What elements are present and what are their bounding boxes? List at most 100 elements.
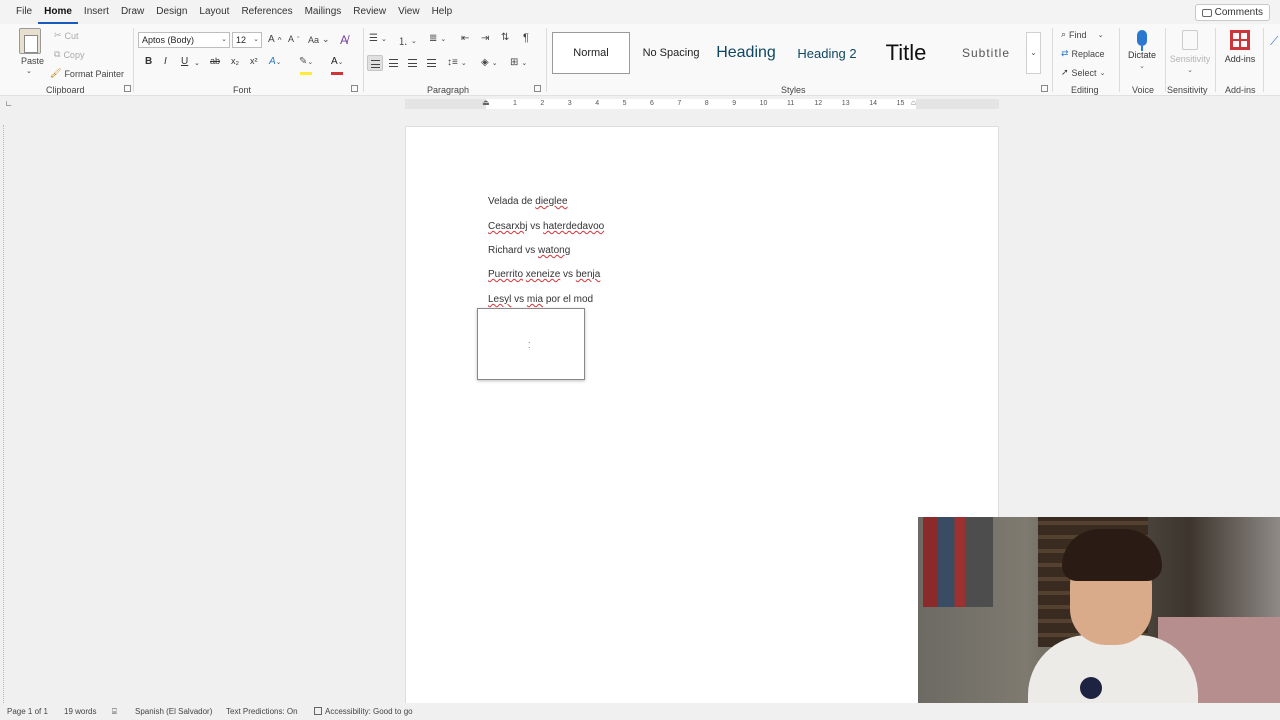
- format-painter-button[interactable]: 🖌 Format Painter: [50, 68, 124, 79]
- indent-marker-icon[interactable]: ⏏: [482, 98, 490, 107]
- text-effects-button[interactable]: A⌄: [269, 56, 282, 67]
- clear-formatting-icon[interactable]: A̸: [340, 33, 348, 47]
- document-paragraph[interactable]: Lesyl vs mia por el mod: [488, 294, 593, 305]
- page-count[interactable]: Page 1 of 1: [7, 707, 48, 716]
- tab-selector-icon[interactable]: ∟: [5, 99, 13, 108]
- bullets-button[interactable]: ☰ ⌄: [369, 33, 387, 44]
- document-paragraph[interactable]: Velada de dieglee: [488, 196, 568, 207]
- menu-draw[interactable]: Draw: [115, 0, 150, 24]
- styles-group-label: Styles: [781, 85, 806, 95]
- style-label: Heading 2: [797, 45, 857, 61]
- copy-button[interactable]: ⧉ Copy: [54, 49, 84, 60]
- document-page[interactable]: ⁚ Velada de dieglee Cesarxbj vs haterdeda…: [405, 126, 999, 706]
- decrease-indent-button[interactable]: ⇤: [461, 33, 469, 44]
- word-count[interactable]: 19 words: [64, 707, 96, 716]
- webcam-overlay: [918, 517, 1280, 720]
- menu-help[interactable]: Help: [426, 0, 459, 24]
- paragraph-launcher-icon[interactable]: [534, 85, 541, 92]
- overflow-icon[interactable]: ⟋: [1270, 34, 1278, 49]
- paste-icon[interactable]: [19, 28, 41, 54]
- font-name-select[interactable]: Aptos (Body) ⌄: [138, 32, 230, 48]
- grow-font-button[interactable]: A ^: [268, 34, 282, 45]
- menu-references[interactable]: References: [235, 0, 298, 24]
- highlight-button[interactable]: ✎⌄: [299, 56, 313, 67]
- bold-button[interactable]: B: [145, 56, 152, 67]
- styles-gallery: Normal No Spacing Heading Heading 2 Title Sub…: [552, 32, 1042, 74]
- clipboard-launcher-icon[interactable]: [124, 85, 131, 92]
- accessibility-status[interactable]: Accessibility: Good to go: [314, 707, 413, 716]
- ruler-tick: 7: [677, 100, 682, 107]
- styles-launcher-icon[interactable]: [1041, 85, 1048, 92]
- align-left-button[interactable]: [367, 55, 383, 71]
- underline-button[interactable]: U: [181, 56, 188, 67]
- menu-file[interactable]: File: [10, 0, 38, 24]
- paste-button[interactable]: Paste: [21, 56, 44, 66]
- language-status[interactable]: Spanish (El Salvador): [135, 707, 212, 716]
- document-paragraph[interactable]: Puerrito xeneize vs benja: [488, 269, 600, 280]
- comments-button[interactable]: Comments: [1194, 4, 1270, 21]
- underline-dropdown-icon[interactable]: ⌄: [194, 59, 200, 67]
- font-color-button[interactable]: A⌄: [331, 56, 344, 67]
- document-text: vs: [560, 269, 576, 280]
- horizontal-ruler[interactable]: ∟ ⏏ ⌂ 1 2 3 4 5 6 7 8 9 10 11 12 13 14 15: [0, 97, 1280, 111]
- cut-button[interactable]: ✂ Cut: [54, 30, 79, 41]
- misspelled-word: mia: [526, 294, 544, 305]
- style-subtitle[interactable]: Subtitle: [947, 32, 1025, 74]
- align-right-button[interactable]: [405, 55, 421, 71]
- text-box[interactable]: ⁚: [477, 308, 585, 380]
- document-paragraph[interactable]: Cesarxbj vs haterdedavoo: [488, 221, 604, 232]
- justify-button[interactable]: [424, 55, 440, 71]
- menu-insert[interactable]: Insert: [78, 0, 115, 24]
- shading-button[interactable]: ◈ ⌄: [481, 57, 498, 68]
- font-launcher-icon[interactable]: [351, 85, 358, 92]
- sensitivity-button[interactable]: Sensitivity ⌄: [1167, 28, 1213, 74]
- style-label: Normal: [573, 47, 609, 59]
- divider: [546, 28, 547, 92]
- increase-indent-icon: ⇥: [481, 33, 490, 44]
- strikethrough-button[interactable]: ab: [210, 56, 220, 66]
- paste-dropdown-icon[interactable]: ⌄: [26, 67, 32, 75]
- font-size-select[interactable]: 12 ⌄: [232, 32, 262, 48]
- superscript-button[interactable]: x²: [250, 56, 258, 66]
- line-spacing-button[interactable]: ↕≡ ⌄: [447, 57, 467, 68]
- numbering-button[interactable]: ⒈ ⌄: [398, 33, 417, 48]
- subscript-button[interactable]: x₂: [231, 56, 239, 66]
- select-button[interactable]: ➚ Select ⌄: [1061, 67, 1105, 78]
- right-indent-marker-icon[interactable]: ⌂: [911, 98, 916, 107]
- document-paragraph[interactable]: Richard vs watong: [488, 245, 570, 256]
- clipboard-group-label: Clipboard: [46, 85, 85, 95]
- menu-view[interactable]: View: [392, 0, 426, 24]
- style-no-spacing[interactable]: No Spacing: [632, 32, 710, 74]
- multilevel-list-button[interactable]: ≣ ⌄: [429, 33, 446, 44]
- increase-indent-button[interactable]: ⇥: [481, 33, 489, 44]
- italic-button[interactable]: I: [164, 56, 167, 67]
- menu-design[interactable]: Design: [150, 0, 193, 24]
- cursor-arrow-icon: ➚: [1061, 67, 1069, 77]
- style-heading-2[interactable]: Heading 2: [787, 32, 867, 74]
- replace-button[interactable]: ⇄ Replace: [1061, 48, 1105, 59]
- dictate-button[interactable]: Dictate ⌄: [1119, 28, 1165, 70]
- menu-layout[interactable]: Layout: [193, 0, 235, 24]
- styles-more-icon[interactable]: ⌄: [1026, 32, 1041, 74]
- align-center-button[interactable]: [386, 55, 402, 71]
- change-case-button[interactable]: Aa ⌄: [308, 34, 330, 45]
- menu-mailings[interactable]: Mailings: [299, 0, 348, 24]
- voice-group-label: Voice: [1132, 85, 1155, 95]
- addins-button[interactable]: Add-ins: [1217, 28, 1263, 64]
- menu-home[interactable]: Home: [38, 0, 78, 24]
- borders-button[interactable]: ⊞ ⌄: [510, 57, 527, 68]
- style-title[interactable]: Title: [870, 32, 942, 74]
- text-predictions-status[interactable]: Text Predictions: On: [226, 707, 298, 716]
- show-marks-button[interactable]: ¶: [523, 32, 529, 44]
- format-painter-label: Format Painter: [64, 68, 124, 79]
- text-effects-icon: A: [269, 56, 276, 67]
- sort-button[interactable]: ⇅: [501, 32, 509, 43]
- menu-review[interactable]: Review: [347, 0, 392, 24]
- style-heading[interactable]: Heading: [710, 32, 782, 74]
- paragraph-group-label: Paragraph: [427, 85, 470, 95]
- find-button[interactable]: ⌕ Find ⌄: [1061, 29, 1103, 40]
- proofing-icon[interactable]: ⌸: [112, 707, 117, 717]
- shrink-font-button[interactable]: Aˇ: [288, 34, 300, 44]
- style-normal[interactable]: Normal: [552, 32, 630, 74]
- select-label: Select: [1071, 67, 1097, 78]
